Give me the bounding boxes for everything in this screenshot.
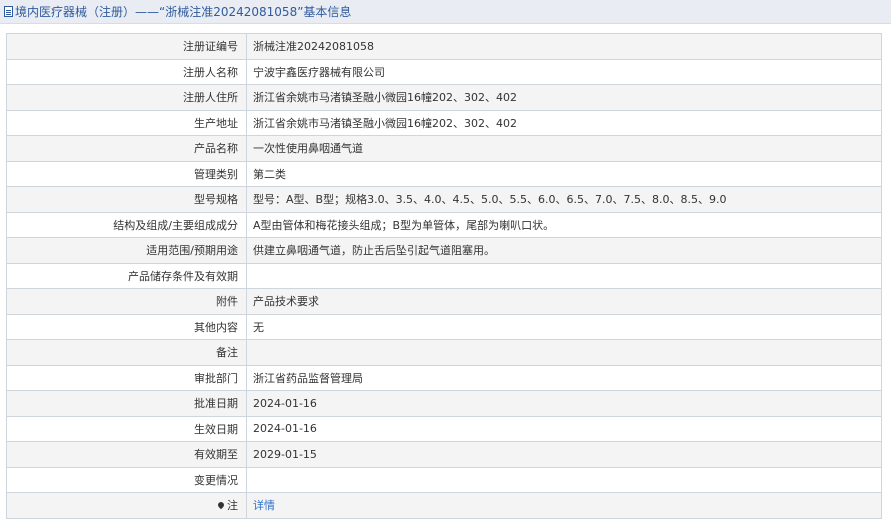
table-row: 结构及组成/主要组成成分 A型由管体和梅花接头组成；B型为单管体，尾部为喇叭口状… xyxy=(6,211,882,238)
row-label: 生产地址 xyxy=(6,109,247,136)
table-row: 备注 xyxy=(6,339,882,366)
row-value: 浙江省药品监督管理局 xyxy=(246,364,882,391)
row-label: 注册证编号 xyxy=(6,33,247,60)
row-value: 第二类 xyxy=(246,160,882,187)
row-value: 供建立鼻咽通气道，防止舌后坠引起气道阻塞用。 xyxy=(246,237,882,264)
row-value xyxy=(246,262,882,289)
table-row: 生产地址 浙江省余姚市马渚镇圣融小微园16幢202、302、402 xyxy=(6,109,882,136)
row-value: 无 xyxy=(246,313,882,340)
table-row: 生效日期 2024-01-16 xyxy=(6,415,882,442)
row-value: 2029-01-15 xyxy=(246,441,882,468)
row-label: 有效期至 xyxy=(6,441,247,468)
row-label: 适用范围/预期用途 xyxy=(6,237,247,264)
row-label: 备注 xyxy=(6,339,247,366)
pin-icon xyxy=(216,501,226,510)
row-label: 注册人名称 xyxy=(6,58,247,85)
details-link[interactable]: 详情 xyxy=(253,499,275,512)
table-row: 有效期至 2029-01-15 xyxy=(6,441,882,468)
table-row: 产品储存条件及有效期 xyxy=(6,262,882,289)
info-table: 注册证编号 浙械注准20242081058 注册人名称 宁波宇鑫医疗器械有限公司… xyxy=(6,33,882,519)
table-row: 注册人名称 宁波宇鑫医疗器械有限公司 xyxy=(6,58,882,85)
row-value: A型由管体和梅花接头组成；B型为单管体，尾部为喇叭口状。 xyxy=(246,211,882,238)
row-label: 型号规格 xyxy=(6,186,247,213)
row-label: 审批部门 xyxy=(6,364,247,391)
note-label: 注 xyxy=(227,499,238,513)
row-label: 注册人住所 xyxy=(6,84,247,111)
row-label: 其他内容 xyxy=(6,313,247,340)
row-value xyxy=(246,339,882,366)
page-title: 境内医疗器械（注册）——“浙械注准20242081058”基本信息 xyxy=(15,5,352,19)
row-label: 产品名称 xyxy=(6,135,247,162)
row-label: 结构及组成/主要组成成分 xyxy=(6,211,247,238)
row-value: 2024-01-16 xyxy=(246,415,882,442)
row-value: 浙江省余姚市马渚镇圣融小微园16幢202、302、402 xyxy=(246,109,882,136)
table-row: 审批部门 浙江省药品监督管理局 xyxy=(6,364,882,391)
document-icon xyxy=(4,6,13,17)
row-label: 管理类别 xyxy=(6,160,247,187)
table-row: 产品名称 一次性使用鼻咽通气道 xyxy=(6,135,882,162)
note-value-cell: 详情 xyxy=(246,492,882,519)
page-header: 境内医疗器械（注册）——“浙械注准20242081058”基本信息 xyxy=(0,0,891,24)
row-label: 生效日期 xyxy=(6,415,247,442)
table-row: 其他内容 无 xyxy=(6,313,882,340)
table-row: 附件 产品技术要求 xyxy=(6,288,882,315)
table-row: 注册人住所 浙江省余姚市马渚镇圣融小微园16幢202、302、402 xyxy=(6,84,882,111)
row-value: 型号：A型、B型；规格3.0、3.5、4.0、4.5、5.0、5.5、6.0、6… xyxy=(246,186,882,213)
note-label-cell: 注 xyxy=(6,492,247,519)
row-value: 产品技术要求 xyxy=(246,288,882,315)
row-value: 宁波宇鑫医疗器械有限公司 xyxy=(246,58,882,85)
table-row: 变更情况 xyxy=(6,466,882,493)
row-label: 附件 xyxy=(6,288,247,315)
table-row: 管理类别 第二类 xyxy=(6,160,882,187)
table-row: 注册证编号 浙械注准20242081058 xyxy=(6,33,882,60)
row-label: 批准日期 xyxy=(6,390,247,417)
row-value xyxy=(246,466,882,493)
table-row: 型号规格 型号：A型、B型；规格3.0、3.5、4.0、4.5、5.0、5.5、… xyxy=(6,186,882,213)
row-value: 浙械注准20242081058 xyxy=(246,33,882,60)
table-row: 批准日期 2024-01-16 xyxy=(6,390,882,417)
table-row-note: 注 详情 xyxy=(6,492,882,519)
row-value: 2024-01-16 xyxy=(246,390,882,417)
row-value: 一次性使用鼻咽通气道 xyxy=(246,135,882,162)
table-row: 适用范围/预期用途 供建立鼻咽通气道，防止舌后坠引起气道阻塞用。 xyxy=(6,237,882,264)
row-value: 浙江省余姚市马渚镇圣融小微园16幢202、302、402 xyxy=(246,84,882,111)
row-label: 变更情况 xyxy=(6,466,247,493)
row-label: 产品储存条件及有效期 xyxy=(6,262,247,289)
